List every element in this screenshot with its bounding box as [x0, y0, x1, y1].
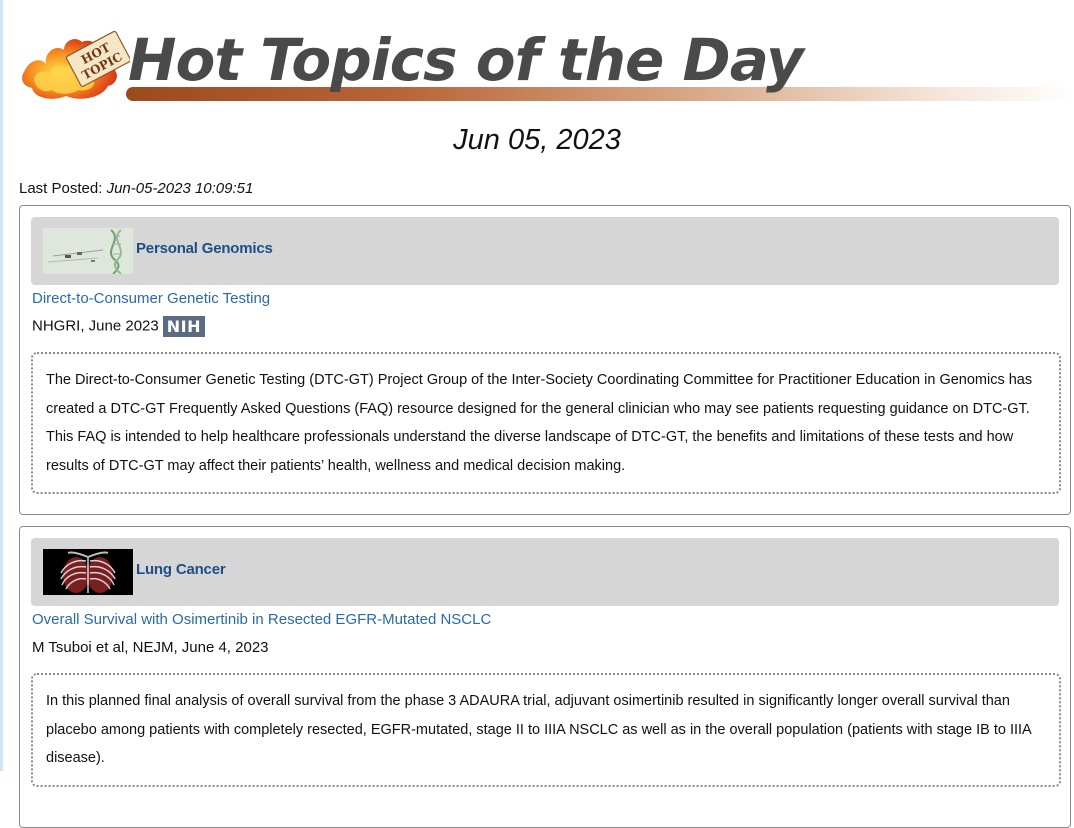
category-link-lung-cancer[interactable]: Lung Cancer [136, 561, 226, 578]
article-source: NHGRI, June 2023 NIH [32, 316, 205, 337]
hot-topic-logo-icon: HOT TOPIC [22, 30, 130, 99]
article-source-text: NHGRI, June 2023 [32, 317, 159, 335]
last-posted: Last Posted: Jun-05-2023 10:09:51 [19, 180, 253, 197]
article-source: M Tsuboi et al, NEJM, June 4, 2023 [32, 639, 269, 656]
last-posted-label: Last Posted: [19, 180, 103, 197]
date-heading: Jun 05, 2023 [453, 124, 621, 156]
lung-xray-thumbnail-icon[interactable] [43, 549, 133, 595]
article-summary: The Direct-to-Consumer Genetic Testing (… [31, 352, 1061, 494]
article-link[interactable]: Overall Survival with Osimertinib in Res… [32, 611, 491, 628]
page-title: Hot Topics of the Day [128, 26, 804, 94]
topic-card: Lung Cancer Overall Survival with Osimer… [19, 526, 1071, 828]
topic-category-header: Personal Genomics [31, 217, 1059, 285]
last-posted-value: Jun-05-2023 10:09:51 [106, 180, 254, 197]
article-summary: In this planned final analysis of overal… [31, 673, 1061, 787]
topic-card: Personal Genomics Direct-to-Consumer Gen… [19, 205, 1071, 515]
article-link[interactable]: Direct-to-Consumer Genetic Testing [32, 290, 270, 307]
window-left-edge [0, 0, 3, 771]
dna-thumbnail-icon[interactable] [43, 228, 133, 274]
topic-category-header: Lung Cancer [31, 538, 1059, 606]
category-link-personal-genomics[interactable]: Personal Genomics [136, 240, 273, 257]
nih-badge: NIH [162, 316, 205, 337]
page-header: HOT TOPIC Hot Topics of the Day [20, 26, 1074, 108]
